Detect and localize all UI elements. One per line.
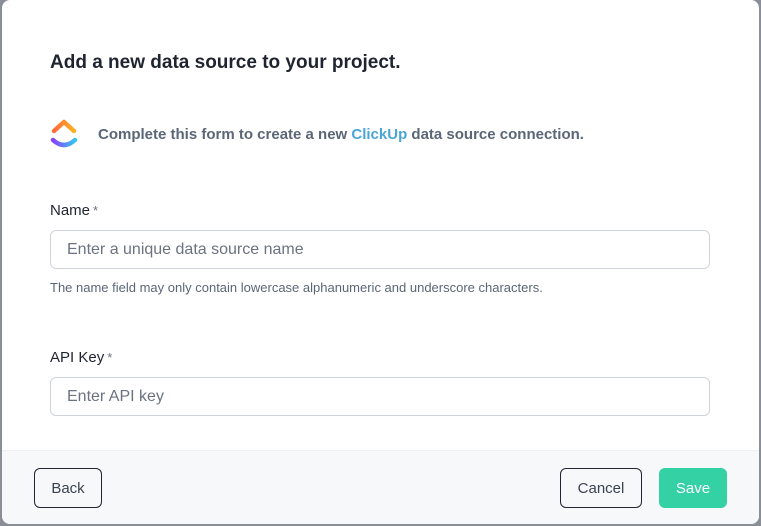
add-data-source-modal: Add a new data source to your project. C… — [2, 0, 759, 524]
name-required-mark: * — [93, 203, 99, 218]
intro-text: Complete this form to create a new Click… — [98, 126, 584, 143]
save-button[interactable]: Save — [659, 468, 727, 508]
modal-body: Add a new data source to your project. C… — [2, 0, 759, 450]
name-input[interactable] — [50, 230, 710, 269]
clickup-link[interactable]: ClickUp — [351, 126, 407, 143]
intro-suffix: data source connection. — [407, 125, 584, 143]
name-label-text: Name — [50, 202, 91, 219]
back-button[interactable]: Back — [34, 468, 102, 508]
intro-row: Complete this form to create a new Click… — [50, 116, 584, 152]
cancel-button[interactable]: Cancel — [560, 468, 642, 508]
api-key-label: API Key * — [50, 349, 112, 366]
api-key-input[interactable] — [50, 377, 710, 416]
name-help-text: The name field may only contain lowercas… — [50, 280, 543, 295]
api-key-required-mark: * — [107, 350, 113, 365]
clickup-logo-icon — [50, 119, 78, 148]
modal-title: Add a new data source to your project. — [50, 52, 401, 73]
intro-prefix: Complete this form to create a new — [98, 125, 352, 143]
name-label: Name * — [50, 202, 98, 219]
api-key-label-text: API Key — [50, 349, 105, 366]
modal-footer: Back Cancel Save — [2, 450, 759, 524]
